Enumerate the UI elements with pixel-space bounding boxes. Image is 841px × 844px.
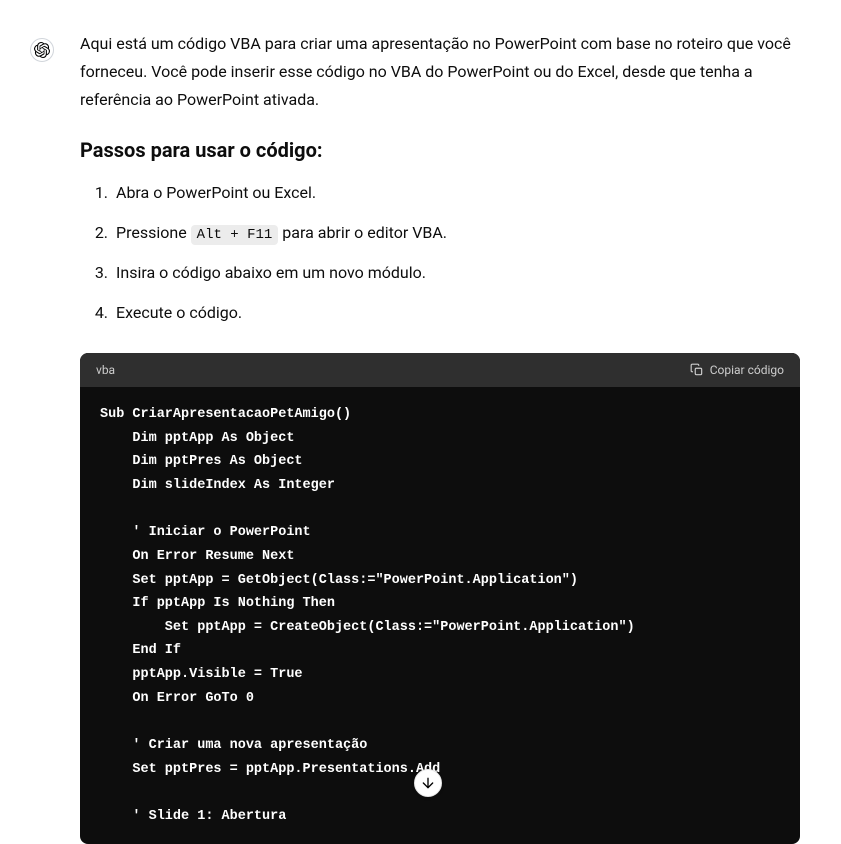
step-item: Pressione Alt + F11 para abrir o editor … [112,220,800,246]
steps-heading: Passos para usar o código: [80,138,800,162]
assistant-avatar [30,38,54,62]
step-item: Execute o código. [112,300,800,326]
copy-code-button[interactable]: Copiar código [690,363,784,377]
copy-icon [690,363,704,377]
code-block: vba Copiar código Sub CriarApresentacaoP… [80,353,800,844]
copy-code-label: Copiar código [710,363,784,377]
code-language-label: vba [96,363,115,377]
steps-list: Abra o PowerPoint ou Excel. Pressione Alt… [80,180,800,325]
scroll-down-button[interactable] [414,769,442,797]
intro-paragraph: Aqui está um código VBA para criar uma a… [80,30,800,114]
code-header: vba Copiar código [80,353,800,387]
step-item: Insira o código abaixo em um novo módulo… [112,260,800,286]
inline-code: Alt + F11 [191,225,279,245]
step-item: Abra o PowerPoint ou Excel. [112,180,800,206]
arrow-down-icon [420,775,436,791]
openai-logo-icon [34,42,50,58]
